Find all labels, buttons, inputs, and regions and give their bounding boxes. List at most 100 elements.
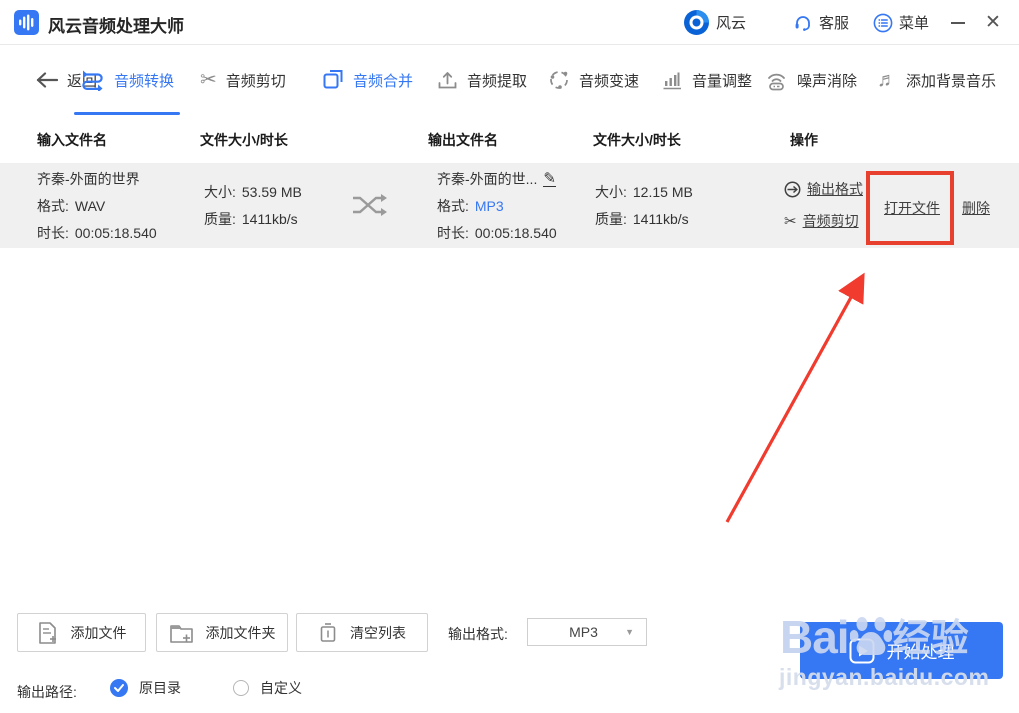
open-file-link[interactable]: 打开文件 xyxy=(884,198,940,218)
format-label: 格式: xyxy=(37,198,69,214)
brand-button[interactable]: 风云 xyxy=(683,0,746,45)
output-path-options: 原目录 自定义 xyxy=(110,678,302,698)
start-processing-label: 开始处理 xyxy=(886,643,955,662)
arrow-annotation xyxy=(725,272,865,523)
clear-list-button[interactable]: 清空列表 xyxy=(296,613,428,652)
scissors-icon: ✂ xyxy=(784,213,797,230)
output-format-label: 输出格式: xyxy=(448,626,508,642)
tab-noise-removal[interactable]: 噪声消除 xyxy=(765,45,857,115)
output-format-link[interactable]: 输出格式 xyxy=(784,173,863,205)
input-file-name: 齐秦-外面的世界 xyxy=(37,171,140,187)
col-output-size: 文件大小/时长 xyxy=(593,132,681,148)
support-label: 客服 xyxy=(819,15,850,32)
output-format-value[interactable]: MP3 xyxy=(475,193,504,220)
add-folder-button[interactable]: 添加文件夹 xyxy=(156,613,288,652)
back-arrow-icon xyxy=(36,72,58,88)
output-file-name: 齐秦-外面的世... xyxy=(437,171,538,187)
trash-icon xyxy=(320,623,336,642)
support-button[interactable]: 客服 xyxy=(793,0,849,45)
app-title: 风云音频处理大师 xyxy=(48,17,184,36)
tab-label: 音频提取 xyxy=(467,72,528,90)
audio-extract-icon xyxy=(438,71,457,88)
output-duration-value: 00:05:18.540 xyxy=(474,225,557,241)
start-processing-button[interactable]: 开始处理 xyxy=(800,622,1003,679)
shuffle-icon xyxy=(353,194,387,216)
col-input-size: 文件大小/时长 xyxy=(200,132,288,148)
convert-circle-icon xyxy=(784,181,801,197)
col-input-name: 输入文件名 xyxy=(37,132,107,148)
add-file-icon xyxy=(38,621,56,644)
duration-label: 时长: xyxy=(437,225,469,241)
fengyun-logo-icon xyxy=(684,10,709,35)
output-format-selected: MP3 xyxy=(569,624,598,640)
input-file-cell: 齐秦-外面的世界 格式: WAV 时长: 00:05:18.540 xyxy=(37,166,157,247)
add-file-button[interactable]: 添加文件 xyxy=(17,613,146,652)
tab-audio-extract[interactable]: 音频提取 xyxy=(437,45,527,115)
minimize-button[interactable] xyxy=(944,0,972,45)
input-size-cell: 大小: 53.59 MB 质量: 1411kb/s xyxy=(204,179,302,233)
app-window: 风云音频处理大师 风云 客服 菜单 ✕ 返回 音频转换 ✂ 音频剪切 音频合并 … xyxy=(0,0,1019,713)
close-button[interactable]: ✕ xyxy=(979,0,1007,45)
menu-button[interactable]: 菜单 xyxy=(873,0,929,45)
radio-original-dir[interactable] xyxy=(110,679,128,697)
tab-label: 添加背景音乐 xyxy=(906,72,997,90)
tab-label: 音频合并 xyxy=(353,72,414,90)
input-quality-value: 1411kb/s xyxy=(241,211,298,227)
audio-merge-icon xyxy=(323,70,343,89)
volume-adjust-icon xyxy=(663,72,681,89)
table-header: 输入文件名 文件大小/时长 输出文件名 文件大小/时长 操作 xyxy=(0,115,1019,163)
minimize-icon xyxy=(951,21,965,24)
scissors-icon: ✂ xyxy=(200,69,217,91)
tab-audio-merge[interactable]: 音频合并 xyxy=(322,45,413,115)
add-file-label: 添加文件 xyxy=(70,624,127,641)
tab-label: 音频剪切 xyxy=(225,72,286,90)
tab-label: 音频变速 xyxy=(579,72,640,90)
menu-label: 菜单 xyxy=(899,15,930,32)
app-logo-icon xyxy=(14,10,39,35)
audio-cut-link-label: 音频剪切 xyxy=(802,213,859,229)
audio-cut-link[interactable]: ✂ 音频剪切 xyxy=(784,205,863,237)
table-row: 齐秦-外面的世界 格式: WAV 时长: 00:05:18.540 大小: 53.59… xyxy=(0,163,1019,248)
col-output-name: 输出文件名 xyxy=(428,132,498,148)
radio-checked-icon xyxy=(110,679,128,697)
add-folder-icon xyxy=(169,624,193,643)
tab-audio-speed[interactable]: 音频变速 xyxy=(548,45,639,115)
output-path-label: 输出路径: xyxy=(17,684,77,700)
radio-unchecked-icon xyxy=(233,680,249,696)
music-note-icon: ♬ xyxy=(877,69,897,91)
output-format-link-label: 输出格式 xyxy=(807,181,863,197)
add-folder-label: 添加文件夹 xyxy=(205,624,276,641)
audio-speed-icon xyxy=(550,71,568,89)
tab-audio-cut[interactable]: ✂ 音频剪切 xyxy=(200,45,286,115)
quality-label: 质量: xyxy=(595,211,627,227)
tab-label: 噪声消除 xyxy=(797,72,858,90)
menu-icon xyxy=(873,13,893,32)
size-label: 大小: xyxy=(204,184,236,200)
radio-custom-dir-label[interactable]: 自定义 xyxy=(260,678,302,698)
col-actions: 操作 xyxy=(790,132,818,148)
radio-original-dir-label[interactable]: 原目录 xyxy=(139,678,181,698)
edit-name-icon[interactable]: ✎ xyxy=(543,171,556,187)
headset-icon xyxy=(795,15,810,31)
tab-label: 音量调整 xyxy=(692,72,753,90)
output-format-select[interactable]: MP3 ▼ xyxy=(527,618,647,646)
output-file-cell: 齐秦-外面的世... ✎ 格式: MP3 时长: 00:05:18.540 xyxy=(437,166,557,247)
close-icon: ✕ xyxy=(985,12,1001,33)
title-bar: 风云音频处理大师 风云 客服 菜单 ✕ xyxy=(0,0,1019,45)
tab-label: 音频转换 xyxy=(114,72,175,90)
row-actions: 输出格式 ✂ 音频剪切 xyxy=(784,173,863,237)
tab-volume-adjust[interactable]: 音量调整 xyxy=(662,45,752,115)
output-size-cell: 大小: 12.15 MB 质量: 1411kb/s xyxy=(595,179,693,233)
tab-audio-convert[interactable]: 音频转换 xyxy=(74,45,181,115)
delete-link[interactable]: 删除 xyxy=(962,198,990,218)
tab-add-bgm[interactable]: ♬ 添加背景音乐 xyxy=(877,45,996,115)
output-quality-value: 1411kb/s xyxy=(632,211,689,227)
radio-custom-dir[interactable] xyxy=(233,680,249,696)
input-size-value: 53.59 MB xyxy=(241,184,302,200)
chevron-down-icon: ▼ xyxy=(625,627,634,637)
audio-convert-icon xyxy=(82,70,103,91)
feature-toolbar: 返回 音频转换 ✂ 音频剪切 音频合并 音频提取 音频变速 音量调整 噪声消除 … xyxy=(0,45,1019,115)
play-icon xyxy=(849,638,874,663)
noise-removal-icon xyxy=(768,73,785,90)
input-format-value: WAV xyxy=(74,198,106,214)
